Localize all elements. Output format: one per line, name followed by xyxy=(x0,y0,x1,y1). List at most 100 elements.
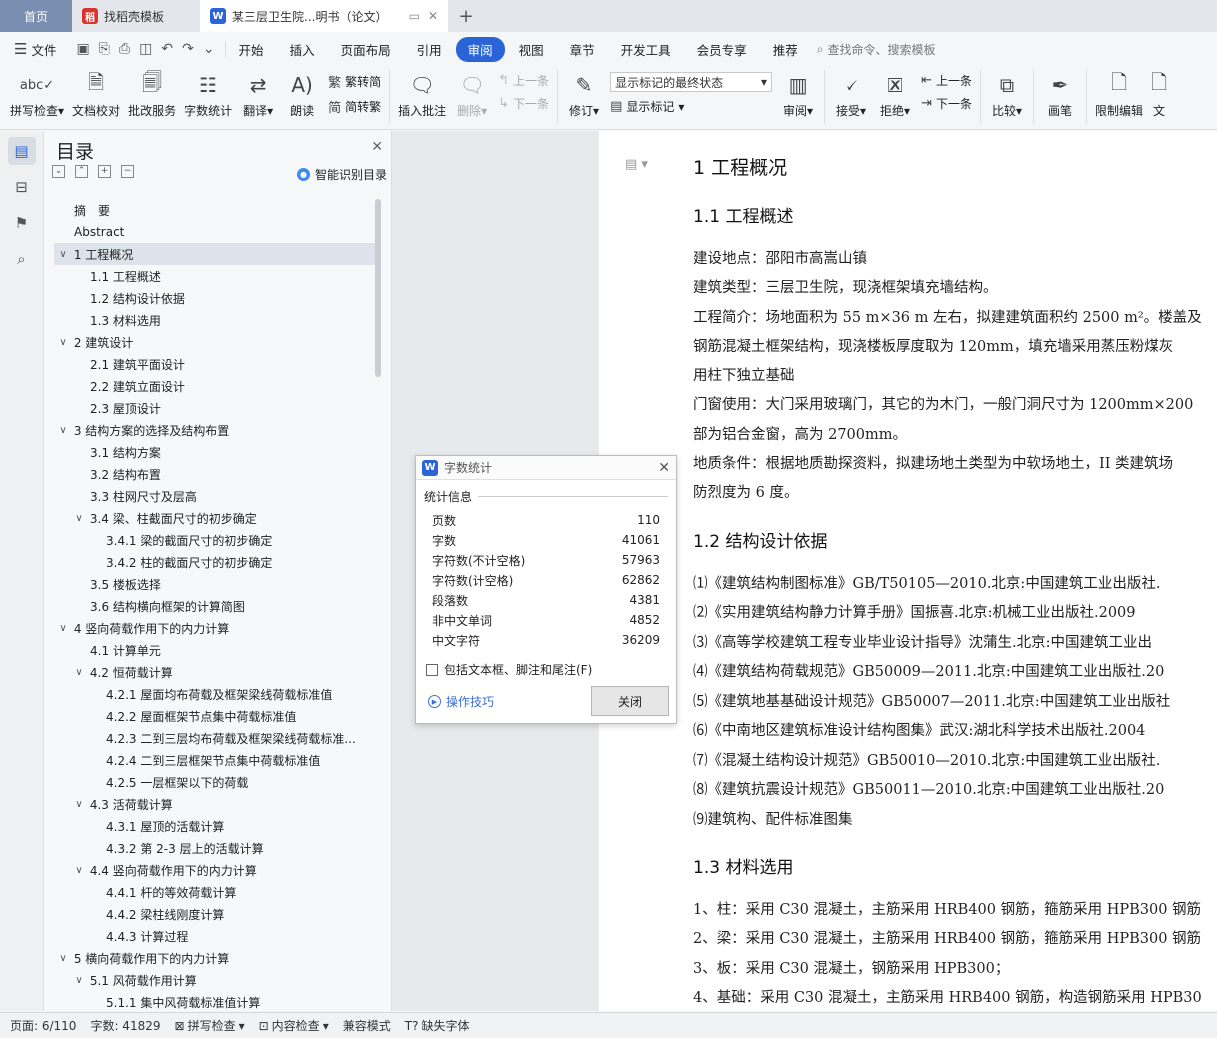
include-textbox-checkbox[interactable]: 包括文本框、脚注和尾注(F) xyxy=(426,661,592,678)
chevron-down-icon[interactable]: ∨ xyxy=(56,337,70,348)
remove-heading-icon[interactable]: − xyxy=(121,165,134,178)
toc-item[interactable]: ∨ 3 结构方案的选择及结构布置 xyxy=(54,419,376,441)
toc-item[interactable]: 3.2 结构布置 xyxy=(54,463,376,485)
toc-item[interactable]: 3.6 结构横向框架的计算简图 xyxy=(54,595,376,617)
paragraph-layout-icon[interactable]: ▤ ▾ xyxy=(625,157,648,172)
batch-service-button[interactable]: 🗐 批改服务 xyxy=(124,66,180,119)
toc-item[interactable]: 4.3.1 屋顶的活载计算 xyxy=(54,815,376,837)
dialog-titlebar[interactable]: W 字数统计 ✕ xyxy=(416,456,676,480)
toc-item[interactable]: 1.1 工程概述 xyxy=(54,265,376,287)
toc-item[interactable]: 3.5 楼板选择 xyxy=(54,573,376,595)
tab-document[interactable]: W 某三层卫生院...明书（论文） ▭ ✕ xyxy=(200,0,448,32)
revise-button[interactable]: ✎ 修订▾ xyxy=(562,66,606,119)
bookmark-icon[interactable]: ⚑ xyxy=(8,209,36,237)
undo-icon[interactable]: ↶ xyxy=(161,41,173,57)
content-check-status[interactable]: ⊡ 内容检查 ▾ xyxy=(259,1017,329,1034)
menu-recommend[interactable]: 推荐 xyxy=(761,37,810,62)
toc-item[interactable]: 1.3 材料选用 xyxy=(54,309,376,331)
pen-button[interactable]: ✒ 画笔 xyxy=(1038,66,1082,119)
customize-chevron-icon[interactable]: ⌄ xyxy=(203,41,215,57)
toc-item[interactable]: 4.3.2 第 2-3 层上的活载计算 xyxy=(54,837,376,859)
chevron-down-icon[interactable]: ∨ xyxy=(56,953,70,964)
toc-item[interactable]: ∨ 2 建筑设计 xyxy=(54,331,376,353)
markup-state-select[interactable]: 显示标记的最终状态 ▾ xyxy=(610,72,773,92)
close-icon[interactable]: ✕ xyxy=(658,460,670,476)
menu-references[interactable]: 引用 xyxy=(405,37,454,62)
chapter-nav-icon[interactable]: ⊟ xyxy=(8,173,36,201)
smart-toc-button[interactable]: ● 智能识别目录 xyxy=(296,166,387,183)
compat-mode-status[interactable]: 兼容模式 xyxy=(343,1017,391,1034)
tab-pin-icon[interactable]: ▭ xyxy=(409,9,420,23)
menu-page-layout[interactable]: 页面布局 xyxy=(329,37,403,62)
prev-change-button[interactable]: ⇤ 上一条 xyxy=(921,72,972,89)
review-pane-button[interactable]: ▥ 审阅▾ xyxy=(776,66,820,119)
restrict-edit-button[interactable]: 🗋 限制编辑 xyxy=(1091,66,1147,119)
chevron-down-icon[interactable]: ∨ xyxy=(72,975,86,986)
translate-button[interactable]: ⇄ 翻译▾ xyxy=(236,66,280,119)
file-menu[interactable]: ☰ 文件 xyxy=(10,40,66,59)
collapse-all-icon[interactable]: ⌄ xyxy=(52,165,65,178)
insert-comment-button[interactable]: 🗨 插入批注 xyxy=(394,66,450,119)
tab-close-icon[interactable]: ✕ xyxy=(428,9,438,23)
toc-item[interactable]: 4.2.2 屋面框架节点集中荷载标准值 xyxy=(54,705,376,727)
chevron-down-icon[interactable]: ∨ xyxy=(72,667,86,678)
new-tab-button[interactable]: + xyxy=(448,0,484,32)
toc-panel-icon[interactable]: ▤ xyxy=(7,137,36,165)
toc-item[interactable]: 2.1 建筑平面设计 xyxy=(54,353,376,375)
spellcheck-status[interactable]: ⊠ 拼写检查 ▾ xyxy=(175,1017,245,1034)
toc-scrollbar[interactable] xyxy=(375,199,381,377)
doc-proof-button[interactable]: 🗎 文档校对 xyxy=(68,66,124,119)
toc-item[interactable]: 5.1.1 集中风荷载标准值计算 xyxy=(54,991,376,1011)
word-count-indicator[interactable]: 字数: 41829 xyxy=(90,1017,160,1034)
print-icon[interactable]: ⎙ xyxy=(119,41,130,57)
next-change-button[interactable]: ⇥ 下一条 xyxy=(921,95,972,112)
menu-member[interactable]: 会员专享 xyxy=(685,37,759,62)
add-heading-icon[interactable]: + xyxy=(98,165,111,178)
chevron-down-icon[interactable]: ∨ xyxy=(56,425,70,436)
chevron-down-icon[interactable]: ∨ xyxy=(72,865,86,876)
toc-item[interactable]: Abstract xyxy=(54,221,376,243)
toc-item[interactable]: ∨ 3.4 梁、柱截面尺寸的初步确定 xyxy=(54,507,376,529)
toc-item[interactable]: ∨ 4.3 活荷载计算 xyxy=(54,793,376,815)
command-search[interactable]: ⌕ 查找命令、搜索模板 xyxy=(817,41,936,58)
chevron-down-icon[interactable]: ∨ xyxy=(72,799,86,810)
missing-font-status[interactable]: T? 缺失字体 xyxy=(405,1017,470,1034)
chevron-down-icon[interactable]: ∨ xyxy=(72,513,86,524)
search-icon[interactable]: ⌕ xyxy=(8,245,36,273)
toc-item[interactable]: 2.2 建筑立面设计 xyxy=(54,375,376,397)
toc-item[interactable]: 4.2.5 一层框架以下的荷载 xyxy=(54,771,376,793)
next-comment-button[interactable]: ↳ 下一条 xyxy=(498,95,549,112)
toc-item[interactable]: 3.1 结构方案 xyxy=(54,441,376,463)
menu-view[interactable]: 视图 xyxy=(507,37,556,62)
close-button[interactable]: 关闭 xyxy=(591,686,669,716)
menu-chapter[interactable]: 章节 xyxy=(558,37,607,62)
tips-link[interactable]: ▶ 操作技巧 xyxy=(428,693,494,710)
toc-item[interactable]: 3.4.2 柱的截面尺寸的初步确定 xyxy=(54,551,376,573)
toc-item[interactable]: ∨ 4.2 恒荷载计算 xyxy=(54,661,376,683)
tab-templates[interactable]: 稻 找稻壳模板 xyxy=(72,0,200,32)
toc-item[interactable]: 4.2.1 屋面均布荷载及框架梁线荷载标准值 xyxy=(54,683,376,705)
expand-all-icon[interactable]: ⌃ xyxy=(75,165,88,178)
toc-item[interactable]: 4.4.1 杆的等效荷载计算 xyxy=(54,881,376,903)
toc-item[interactable]: 摘 要 xyxy=(54,199,376,221)
reject-button[interactable]: 🗷 拒绝▾ xyxy=(873,66,917,119)
read-aloud-button[interactable]: A) 朗读 xyxy=(280,66,324,119)
chevron-down-icon[interactable]: ∨ xyxy=(56,623,70,634)
menu-start[interactable]: 开始 xyxy=(227,37,276,62)
toc-item[interactable]: ∨ 5 横向荷载作用下的内力计算 xyxy=(54,947,376,969)
toc-item[interactable]: 4.2.4 二到三层框架节点集中荷载标准值 xyxy=(54,749,376,771)
spellcheck-button[interactable]: abc✓ 拼写检查▾ xyxy=(6,66,68,119)
toc-item[interactable]: 2.3 屋顶设计 xyxy=(54,397,376,419)
word-count-button[interactable]: ☷ 字数统计 xyxy=(180,66,236,119)
save-icon[interactable]: ▣ xyxy=(76,41,89,57)
print-preview-icon[interactable]: ◫ xyxy=(139,41,152,57)
toc-item[interactable]: ∨ 5.1 风荷载作用计算 xyxy=(54,969,376,991)
menu-developer[interactable]: 开发工具 xyxy=(609,37,683,62)
redo-icon[interactable]: ↷ xyxy=(182,41,194,57)
prev-comment-button[interactable]: ↰ 上一条 xyxy=(498,72,549,89)
accept-button[interactable]: 🗸 接受▾ xyxy=(829,66,873,119)
toc-item[interactable]: ∨ 1 工程概况 xyxy=(54,243,376,265)
toc-item[interactable]: 4.4.3 计算过程 xyxy=(54,925,376,947)
checkbox-box[interactable] xyxy=(426,663,438,676)
to-traditional-button[interactable]: 繁繁转简 xyxy=(328,72,381,91)
